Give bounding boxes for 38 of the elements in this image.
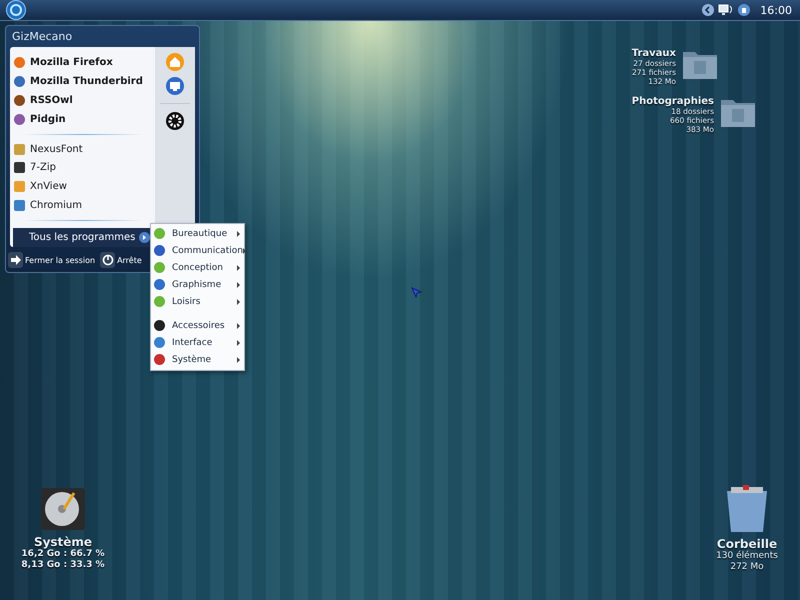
trash-info: 130 éléments bbox=[716, 551, 778, 562]
settings-icon[interactable] bbox=[166, 112, 184, 130]
arrow-right-icon bbox=[10, 254, 22, 266]
pinned-program[interactable]: Mozilla Thunderbird bbox=[14, 72, 155, 91]
submenu-item[interactable]: Conception bbox=[151, 259, 244, 276]
folder-name: Travaux bbox=[632, 48, 676, 59]
monitor-icon[interactable] bbox=[166, 77, 184, 95]
trash-info: 272 Mo bbox=[730, 562, 764, 573]
pinned-program[interactable]: Mozilla Firefox bbox=[14, 53, 155, 72]
submenu-item[interactable]: Système bbox=[151, 351, 244, 368]
recent-program[interactable]: Chromium bbox=[14, 196, 155, 216]
drive-usage: 8,13 Go : 33.3 % bbox=[21, 560, 105, 571]
drive-name: Système bbox=[34, 535, 92, 549]
submenu-item[interactable]: Interface bbox=[151, 334, 244, 351]
session-button[interactable]: Fermer la session bbox=[8, 252, 96, 268]
start-button[interactable] bbox=[6, 0, 26, 20]
pinned-program[interactable]: Pidgin bbox=[14, 110, 155, 129]
pinned-program[interactable]: RSSOwl bbox=[14, 90, 155, 110]
submenu-item[interactable]: Loisirs bbox=[151, 293, 244, 310]
recent-program[interactable]: XnView bbox=[14, 177, 155, 196]
recent-program[interactable]: 7-Zip bbox=[14, 158, 155, 178]
submenu-item[interactable]: Bureautique bbox=[151, 225, 244, 242]
network-icon[interactable] bbox=[718, 4, 734, 16]
session-button[interactable]: Arrête bbox=[100, 252, 142, 268]
user-name: GizMecano bbox=[11, 29, 74, 45]
submenu-item[interactable]: Graphisme bbox=[151, 276, 244, 293]
chevron-left-icon[interactable] bbox=[702, 4, 714, 16]
submenu-item[interactable]: Communication bbox=[151, 242, 244, 259]
drive-usage: 16,2 Go : 66.7 % bbox=[21, 549, 105, 560]
hard-drive-icon[interactable] bbox=[40, 487, 86, 531]
submenu-item[interactable]: Accessoires bbox=[151, 317, 244, 334]
recent-program[interactable]: NexusFont bbox=[14, 140, 155, 158]
trash-name: Corbeille bbox=[716, 537, 778, 551]
folder-name: Photographies bbox=[632, 96, 714, 107]
cursor-icon bbox=[411, 287, 422, 298]
clock: 16:00 bbox=[760, 4, 792, 16]
power-icon bbox=[102, 254, 114, 266]
trash-bin-icon[interactable] bbox=[725, 485, 769, 533]
